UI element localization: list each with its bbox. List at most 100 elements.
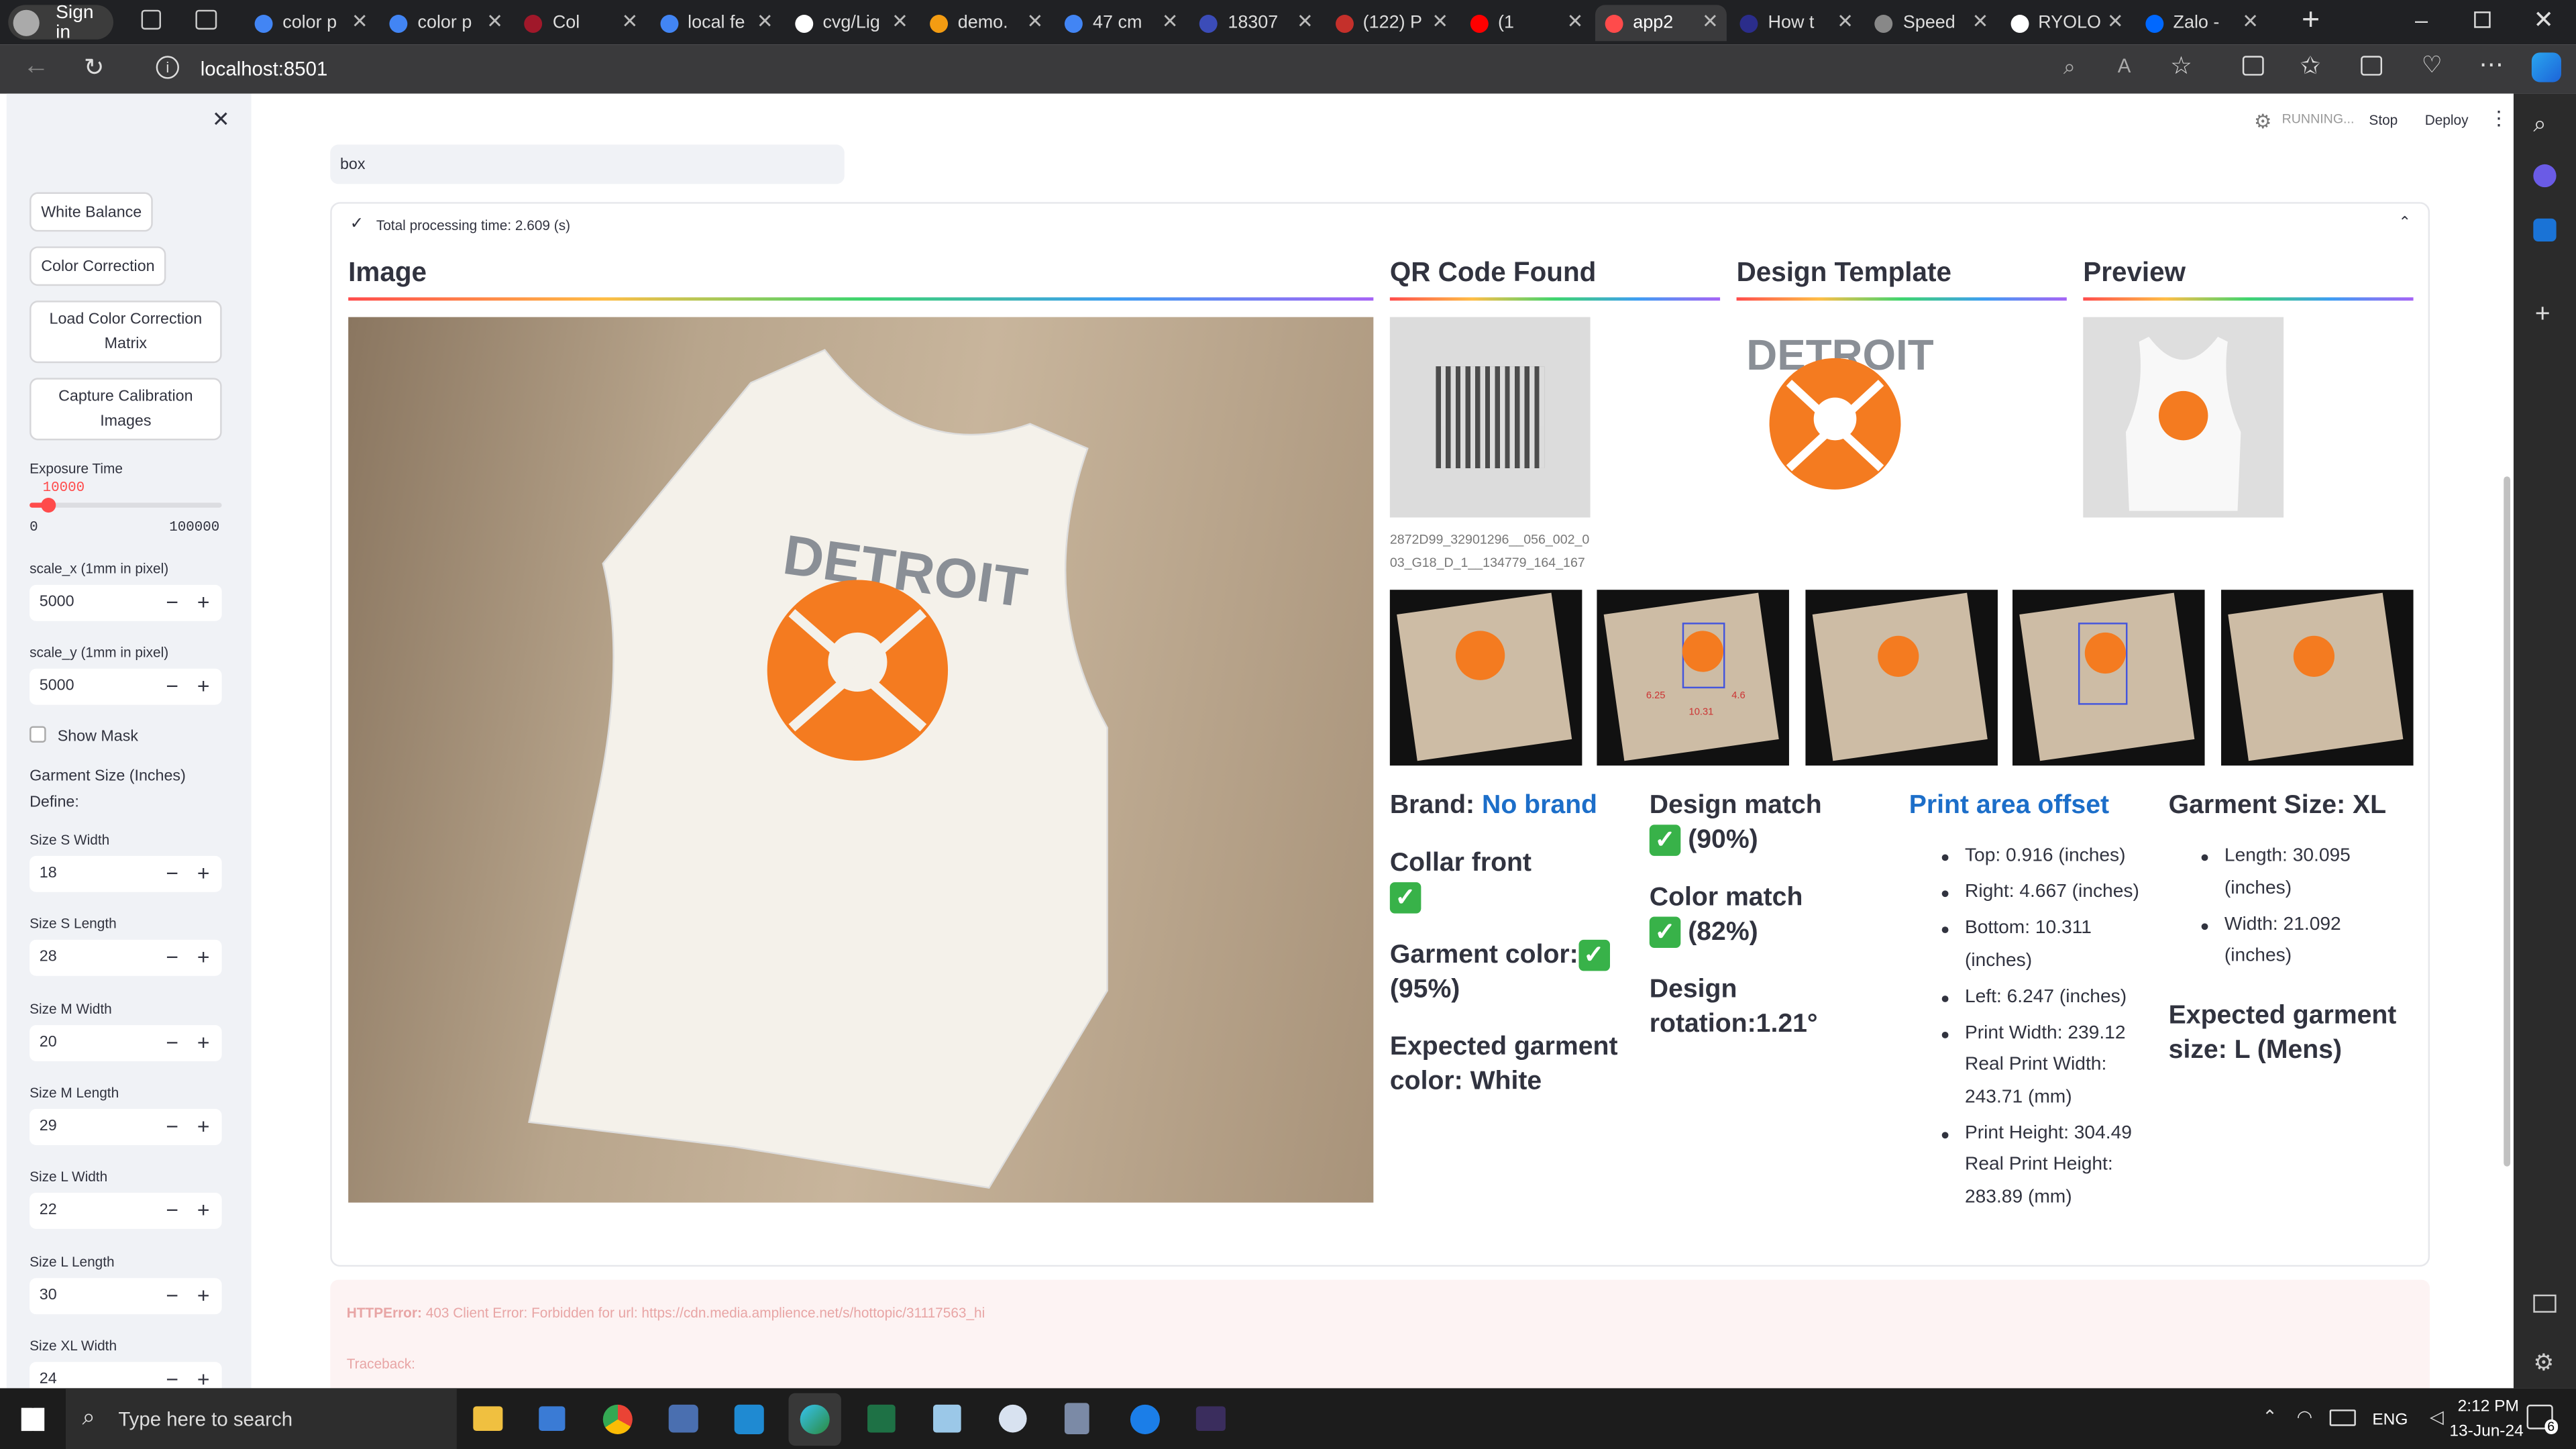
tab-close-icon[interactable]: ✕ [1702, 10, 1719, 33]
clock-time[interactable]: 2:12 PM [2458, 1398, 2519, 1416]
increment-button[interactable]: + [197, 1366, 210, 1388]
browser-tab[interactable]: Col ✕ [515, 5, 646, 41]
increment-button[interactable]: + [197, 590, 210, 614]
text-input[interactable]: box [330, 144, 845, 184]
back-icon[interactable]: ← [23, 52, 49, 82]
size-field-input[interactable]: 20 − + [30, 1024, 222, 1061]
browser-tab[interactable]: demo. ✕ [920, 5, 1051, 41]
app-icon[interactable] [668, 1404, 698, 1433]
tab-close-icon[interactable]: ✕ [1837, 10, 1854, 33]
decrement-button[interactable]: − [166, 1198, 178, 1223]
browser-tab[interactable]: How t ✕ [1730, 5, 1862, 41]
load-matrix-button[interactable]: Load Color Correction Matrix [30, 301, 222, 364]
decrement-button[interactable]: − [166, 1366, 178, 1388]
increment-button[interactable]: + [197, 1114, 210, 1138]
tab-actions-icon[interactable] [195, 9, 217, 30]
increment-button[interactable]: + [197, 861, 210, 885]
new-tab-button[interactable]: + [2302, 3, 2320, 40]
excel-icon[interactable] [867, 1404, 896, 1433]
browser-tab[interactable]: Speed ✕ [1866, 5, 1997, 41]
outlook-icon[interactable] [2533, 218, 2557, 242]
favorite-icon[interactable]: ☆ [2170, 51, 2192, 80]
browser-tab[interactable]: color p ✕ [380, 5, 511, 41]
collapse-chevron-icon[interactable]: ⌃ [2399, 213, 2411, 231]
workspaces-icon[interactable] [141, 9, 162, 30]
chrome-icon[interactable] [602, 1404, 633, 1434]
calculator-icon[interactable] [1064, 1403, 1089, 1434]
tab-close-icon[interactable]: ✕ [1567, 10, 1584, 33]
browser-tab[interactable]: (1 ✕ [1460, 5, 1592, 41]
wifi-icon[interactable]: ◠ [2297, 1406, 2313, 1428]
add-icon[interactable]: + [2535, 301, 2551, 330]
tab-close-icon[interactable]: ✕ [622, 10, 639, 33]
size-field-input[interactable]: 30 − + [30, 1277, 222, 1313]
favorites-bar-icon[interactable]: ✩ [2300, 51, 2321, 80]
browser-tab[interactable]: local fe ✕ [650, 5, 782, 41]
decrement-button[interactable]: − [166, 590, 178, 614]
tab-close-icon[interactable]: ✕ [892, 10, 908, 33]
vscode-icon[interactable] [734, 1404, 764, 1434]
size-field-input[interactable]: 24 − + [30, 1361, 222, 1389]
decrement-button[interactable]: − [166, 1282, 178, 1307]
taskbar-search[interactable]: ⌕ Type here to search [65, 1388, 457, 1449]
profile-button[interactable]: Sign in [8, 3, 113, 42]
scale-y-input[interactable]: 5000 − + [30, 668, 222, 705]
decrement-button[interactable]: − [166, 1114, 178, 1138]
collections-icon[interactable] [2361, 56, 2383, 76]
screen-icon[interactable] [2533, 1294, 2557, 1313]
browser-tab[interactable]: color p ✕ [245, 5, 376, 41]
main-menu-icon[interactable]: ⋮ [2489, 107, 2508, 129]
minimize-button[interactable]: – [2415, 7, 2428, 33]
restore-button[interactable] [2474, 11, 2491, 28]
increment-button[interactable]: + [197, 1030, 210, 1055]
notification-icon[interactable]: 6 [2526, 1404, 2559, 1434]
browser-tab[interactable]: Zalo - ✕ [2135, 5, 2267, 41]
browser-tab[interactable]: cvg/Lig ✕ [785, 5, 916, 41]
size-field-input[interactable]: 22 − + [30, 1193, 222, 1230]
show-mask-checkbox[interactable] [30, 726, 46, 743]
browser-tab[interactable]: RYOLO ✕ [2000, 5, 2132, 41]
copilot-side-icon[interactable] [2533, 164, 2557, 188]
tab-close-icon[interactable]: ✕ [2242, 10, 2259, 33]
page-scrollbar[interactable] [2504, 476, 2511, 1167]
tab-close-icon[interactable]: ✕ [1026, 10, 1043, 33]
white-balance-button[interactable]: White Balance [30, 192, 154, 232]
read-aloud-icon[interactable]: A [2118, 54, 2131, 77]
edge-icon[interactable] [788, 1393, 841, 1446]
capture-calibration-button[interactable]: Capture Calibration Images [30, 378, 222, 441]
tab-close-icon[interactable]: ✕ [1297, 10, 1313, 33]
exposure-slider[interactable] [30, 498, 222, 513]
tab-close-icon[interactable]: ✕ [1162, 10, 1179, 33]
tab-close-icon[interactable]: ✕ [757, 10, 773, 33]
browser-tab[interactable]: 18307 ✕ [1190, 5, 1322, 41]
exposure-slider-thumb[interactable] [41, 498, 56, 513]
decrement-button[interactable]: − [166, 1030, 178, 1055]
increment-button[interactable]: + [197, 1198, 210, 1223]
tab-close-icon[interactable]: ✕ [1972, 10, 1989, 33]
speaker-icon[interactable]: ◁ [2430, 1406, 2444, 1428]
scale-x-input[interactable]: 5000 − + [30, 584, 222, 621]
url-field[interactable]: localhost:8501 [148, 51, 2201, 87]
clock-date[interactable]: 13-Jun-24 [2449, 1423, 2523, 1441]
increment-button[interactable]: + [197, 1282, 210, 1307]
size-field-input[interactable]: 18 − + [30, 855, 222, 892]
refresh-icon[interactable]: ↻ [84, 52, 105, 83]
decrement-button[interactable]: − [166, 861, 178, 885]
terminal-icon[interactable] [1195, 1406, 1226, 1432]
zoom-icon[interactable]: ⌕ [2063, 54, 2076, 80]
tab-close-icon[interactable]: ✕ [486, 10, 503, 33]
browser-tab[interactable]: 47 cm ✕ [1055, 5, 1187, 41]
deploy-button[interactable]: Deploy [2425, 112, 2469, 128]
increment-button[interactable]: + [197, 674, 210, 698]
notepad-icon[interactable] [933, 1404, 961, 1433]
tab-close-icon[interactable]: ✕ [2107, 10, 2124, 33]
split-screen-icon[interactable] [2242, 56, 2264, 76]
close-sidebar-icon[interactable]: ✕ [212, 107, 230, 133]
size-field-input[interactable]: 28 − + [30, 940, 222, 977]
settings-gear-icon[interactable]: ⚙ [2533, 1349, 2554, 1377]
stop-button[interactable]: Stop [2369, 112, 2398, 128]
paint-icon[interactable] [998, 1404, 1027, 1433]
decrement-button[interactable]: − [166, 674, 178, 698]
browser-tab[interactable]: app2 ✕ [1595, 5, 1727, 42]
windows-start-icon[interactable] [21, 1407, 45, 1432]
